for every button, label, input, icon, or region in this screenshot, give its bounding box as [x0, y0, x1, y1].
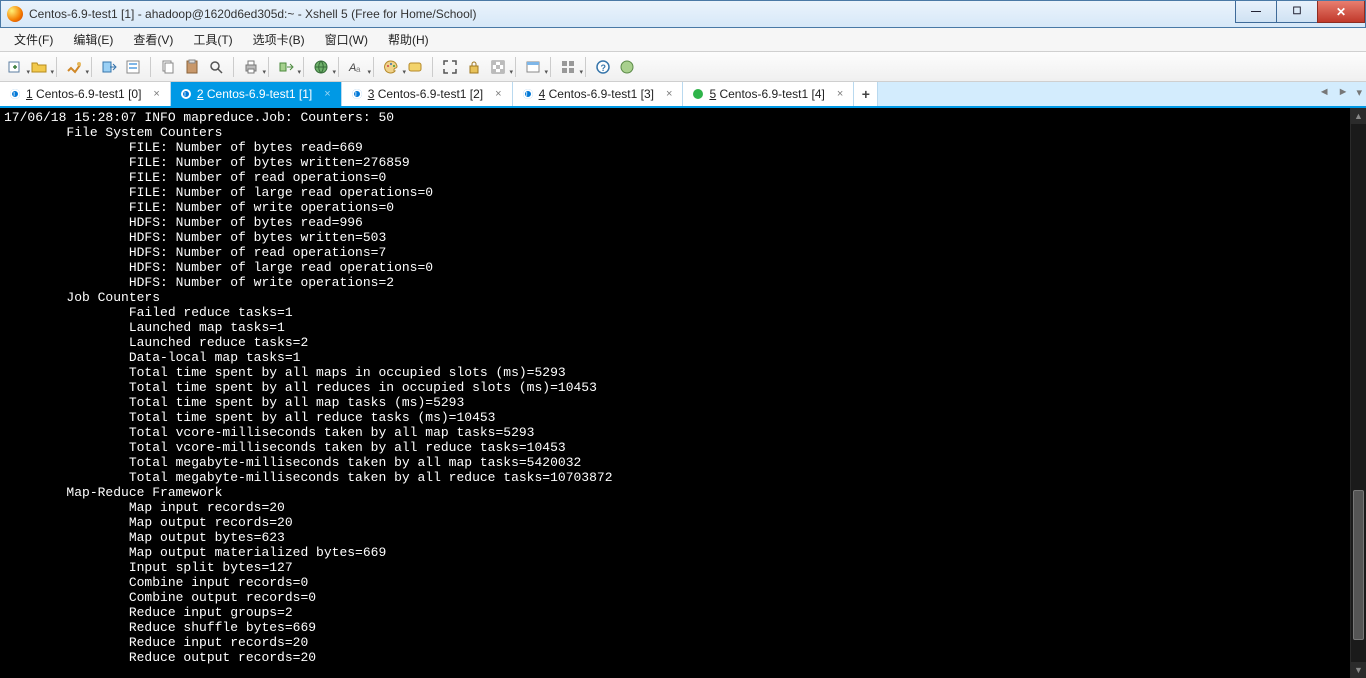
transfer-button[interactable]: ▾ — [275, 56, 297, 78]
scroll-up-button[interactable]: ▲ — [1351, 108, 1366, 124]
toolbar-separator — [432, 57, 433, 77]
tab-navigation: ◄ ► ▾ — [1319, 86, 1362, 99]
terminal-area: 17/06/18 15:28:07 INFO mapreduce.Job: Co… — [0, 108, 1366, 678]
toolbar: ▾ ▾ ▾ ▾ ▾ ▾ Aa▾ ▾ ▾ ▾ ▾ ? — [0, 52, 1366, 82]
highlight-button[interactable] — [404, 56, 426, 78]
toolbar-separator — [585, 57, 586, 77]
scroll-thumb[interactable] — [1353, 490, 1364, 641]
layout-button[interactable]: ▾ — [522, 56, 544, 78]
paste-button[interactable] — [181, 56, 203, 78]
toolbar-separator — [56, 57, 57, 77]
tab-label: 3 Centos-6.9-test1 [2] — [368, 87, 483, 101]
tab-next-button[interactable]: ► — [1338, 86, 1349, 99]
tab-label: 1 Centos-6.9-test1 [0] — [26, 87, 141, 101]
transparency-button[interactable]: ▾ — [487, 56, 509, 78]
session-tab-2[interactable]: 2 Centos-6.9-test1 [1] × — [171, 82, 342, 106]
scroll-down-button[interactable]: ▼ — [1351, 662, 1366, 678]
toolbar-separator — [268, 57, 269, 77]
reconnect-button[interactable]: ▾ — [63, 56, 85, 78]
session-tab-3[interactable]: 3 Centos-6.9-test1 [2] × — [342, 82, 513, 106]
svg-text:a: a — [356, 65, 361, 74]
terminal-scrollbar[interactable]: ▲ ▼ — [1350, 108, 1366, 678]
tab-label: 5 Centos-6.9-test1 [4] — [709, 87, 824, 101]
open-session-button[interactable]: ▾ — [28, 56, 50, 78]
session-tabs-row: 1 Centos-6.9-test1 [0] ×2 Centos-6.9-tes… — [0, 82, 1366, 108]
tile-button[interactable]: ▾ — [557, 56, 579, 78]
menu-tools[interactable]: 工具(T) — [185, 29, 240, 50]
status-info-icon — [181, 89, 191, 99]
window-controls: — ☐ ✕ — [1236, 1, 1365, 23]
disconnect-button[interactable] — [98, 56, 120, 78]
tab-label: 2 Centos-6.9-test1 [1] — [197, 87, 312, 101]
tab-close-button[interactable]: × — [837, 88, 843, 100]
menu-view[interactable]: 查看(V) — [125, 29, 181, 50]
toolbar-separator — [303, 57, 304, 77]
tab-close-button[interactable]: × — [495, 88, 501, 100]
print-button[interactable]: ▾ — [240, 56, 262, 78]
toolbar-separator — [233, 57, 234, 77]
maximize-button[interactable]: ☐ — [1276, 1, 1318, 23]
status-info-icon — [352, 89, 362, 99]
toolbar-separator — [515, 57, 516, 77]
session-tabs: 1 Centos-6.9-test1 [0] ×2 Centos-6.9-tes… — [0, 82, 854, 106]
toolbar-separator — [373, 57, 374, 77]
app-icon — [7, 6, 23, 22]
tab-prev-button[interactable]: ◄ — [1319, 86, 1330, 99]
svg-text:?: ? — [601, 63, 607, 73]
menu-help[interactable]: 帮助(H) — [380, 29, 437, 50]
tab-close-button[interactable]: × — [153, 88, 159, 100]
session-tab-4[interactable]: 4 Centos-6.9-test1 [3] × — [513, 82, 684, 106]
web-button[interactable]: ▾ — [310, 56, 332, 78]
tab-close-button[interactable]: × — [666, 88, 672, 100]
scroll-track[interactable] — [1351, 124, 1366, 662]
new-session-button[interactable]: ▾ — [4, 56, 26, 78]
toolbar-separator — [91, 57, 92, 77]
session-tab-1[interactable]: 1 Centos-6.9-test1 [0] × — [0, 82, 171, 106]
menu-bar: 文件(F) 编辑(E) 查看(V) 工具(T) 选项卡(B) 窗口(W) 帮助(… — [0, 28, 1366, 52]
menu-tabs[interactable]: 选项卡(B) — [245, 29, 313, 50]
find-button[interactable] — [205, 56, 227, 78]
menu-window[interactable]: 窗口(W) — [317, 29, 376, 50]
copy-button[interactable] — [157, 56, 179, 78]
toolbar-separator — [550, 57, 551, 77]
close-button[interactable]: ✕ — [1317, 1, 1365, 23]
font-button[interactable]: Aa▾ — [345, 56, 367, 78]
tabs-spacer — [878, 82, 1366, 106]
fullscreen-button[interactable] — [439, 56, 461, 78]
add-tab-button[interactable]: + — [854, 82, 878, 106]
toolbar-separator — [338, 57, 339, 77]
menu-file[interactable]: 文件(F) — [6, 29, 61, 50]
tab-menu-button[interactable]: ▾ — [1356, 86, 1362, 99]
lock-button[interactable] — [463, 56, 485, 78]
toolbar-separator — [150, 57, 151, 77]
minimize-button[interactable]: — — [1235, 1, 1277, 23]
window-titlebar: Centos-6.9-test1 [1] - ahadoop@1620d6ed3… — [0, 0, 1366, 28]
status-info-icon — [523, 89, 533, 99]
window-title: Centos-6.9-test1 [1] - ahadoop@1620d6ed3… — [29, 7, 476, 21]
terminal-output[interactable]: 17/06/18 15:28:07 INFO mapreduce.Job: Co… — [0, 108, 1350, 678]
color-scheme-button[interactable]: ▾ — [380, 56, 402, 78]
menu-edit[interactable]: 编辑(E) — [65, 29, 121, 50]
about-button[interactable] — [616, 56, 638, 78]
properties-button[interactable] — [122, 56, 144, 78]
status-info-icon — [10, 89, 20, 99]
tab-close-button[interactable]: × — [324, 88, 330, 100]
status-connected-icon — [693, 89, 703, 99]
tab-label: 4 Centos-6.9-test1 [3] — [539, 87, 654, 101]
session-tab-5[interactable]: 5 Centos-6.9-test1 [4] × — [683, 82, 854, 106]
help-button[interactable]: ? — [592, 56, 614, 78]
